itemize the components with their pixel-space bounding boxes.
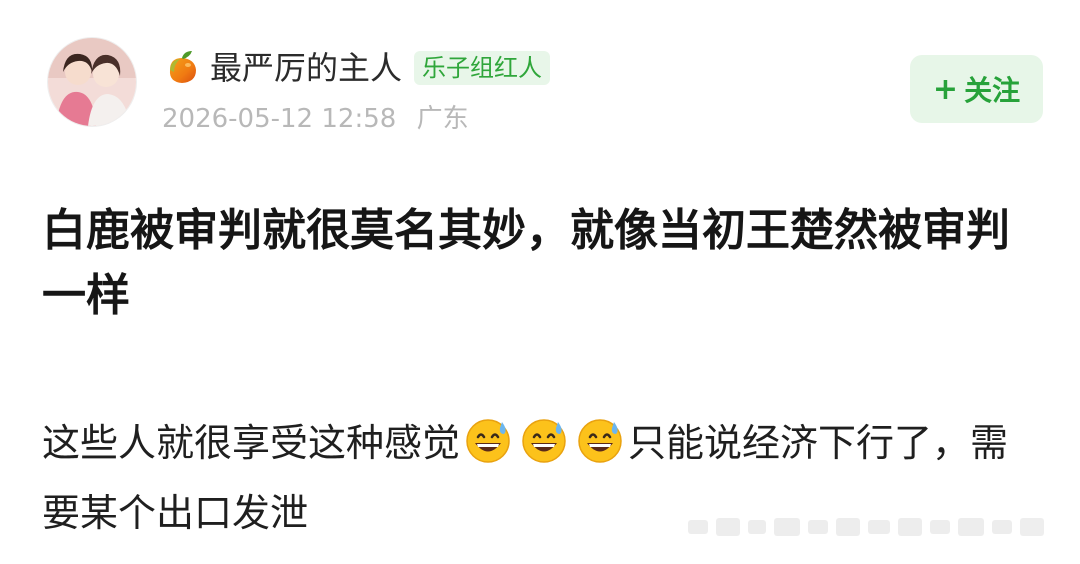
grinning-sweat-emoji: [520, 416, 568, 464]
follow-button[interactable]: + 关注: [910, 55, 1043, 123]
plus-icon: +: [932, 71, 959, 107]
follow-label: 关注: [964, 74, 1021, 107]
avatar[interactable]: [48, 38, 136, 126]
post-datetime: 2026-05-12 12:58: [162, 104, 397, 134]
post-location: 广东: [416, 104, 469, 134]
avatar-image: [48, 38, 136, 126]
grinning-sweat-emoji: [464, 416, 512, 464]
post-meta: 2026-05-12 12:58 广东: [162, 102, 550, 136]
grinning-sweat-emoji: [576, 416, 624, 464]
author-row: 最严厉的主人 乐子组红人: [162, 42, 551, 94]
post-header: 最严厉的主人 乐子组红人 2026-05-12 12:58 广东: [162, 42, 551, 136]
author-name[interactable]: 最严厉的主人: [210, 48, 402, 88]
post-title: 白鹿被审判就很莫名其妙，就像当初王楚然被审判一样: [42, 205, 1010, 321]
author-badge[interactable]: 乐子组红人: [414, 51, 551, 85]
post-body-text-before: 这些人就很享受这种感觉: [42, 421, 461, 465]
mango-icon: [162, 48, 202, 88]
watermark: [688, 512, 1068, 542]
